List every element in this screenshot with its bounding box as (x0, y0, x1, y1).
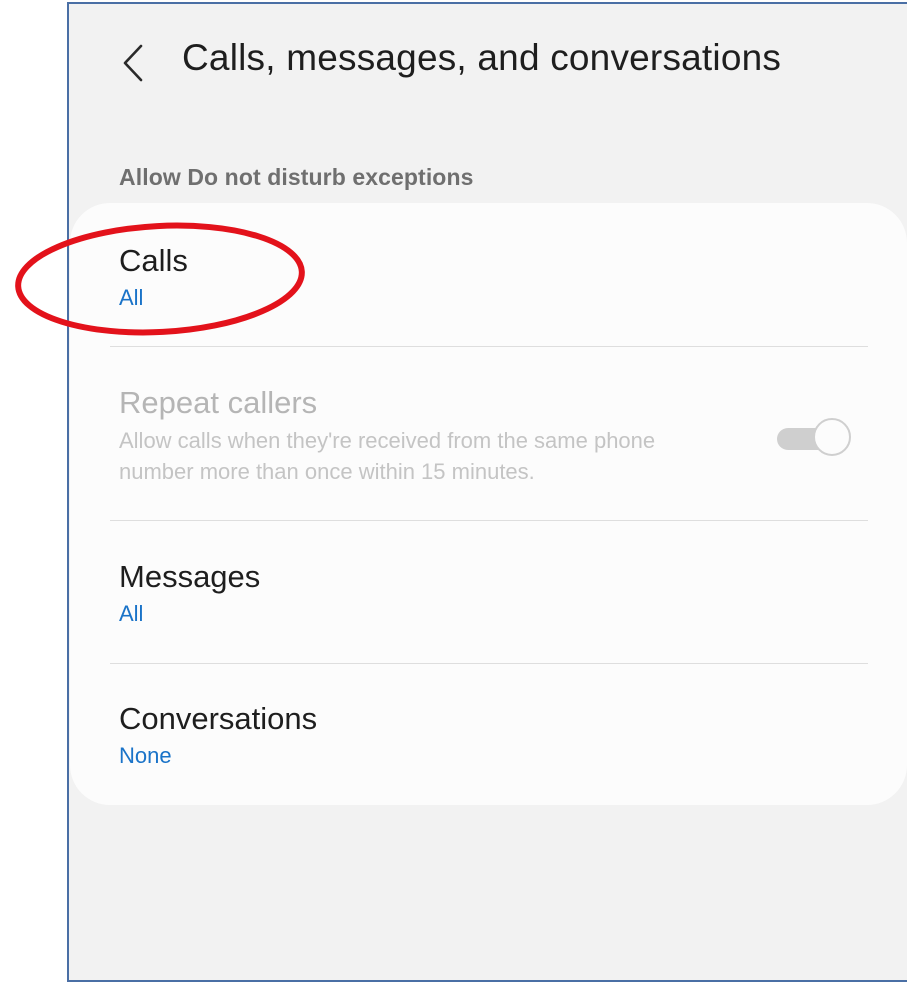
page-title: Calls, messages, and conversations (182, 37, 782, 78)
divider (110, 520, 868, 521)
repeat-callers-title: Repeat callers (119, 385, 318, 420)
calls-title: Calls (119, 243, 188, 278)
messages-title: Messages (119, 559, 261, 594)
repeat-callers-toggle (777, 418, 851, 458)
messages-value: All (119, 601, 144, 626)
conversations-setting[interactable]: Conversations None (119, 701, 317, 771)
toggle-knob (813, 418, 851, 456)
divider (110, 346, 868, 347)
divider (110, 663, 868, 664)
conversations-value: None (119, 743, 172, 768)
repeat-callers-description: Allow calls when they're received from t… (119, 428, 656, 484)
settings-card: Calls All Repeat callers Allow calls whe… (70, 203, 907, 805)
settings-screen: Calls, messages, and conversations Allow… (69, 4, 907, 974)
repeat-callers-setting: Repeat callers Allow calls when they're … (119, 385, 719, 487)
section-header: Allow Do not disturb exceptions (119, 164, 474, 190)
calls-setting[interactable]: Calls All (119, 243, 188, 313)
conversations-title: Conversations (119, 701, 318, 736)
back-button[interactable] (117, 38, 149, 88)
messages-setting[interactable]: Messages All (119, 559, 260, 629)
calls-value: All (119, 285, 144, 310)
chevron-left-icon (123, 44, 143, 82)
